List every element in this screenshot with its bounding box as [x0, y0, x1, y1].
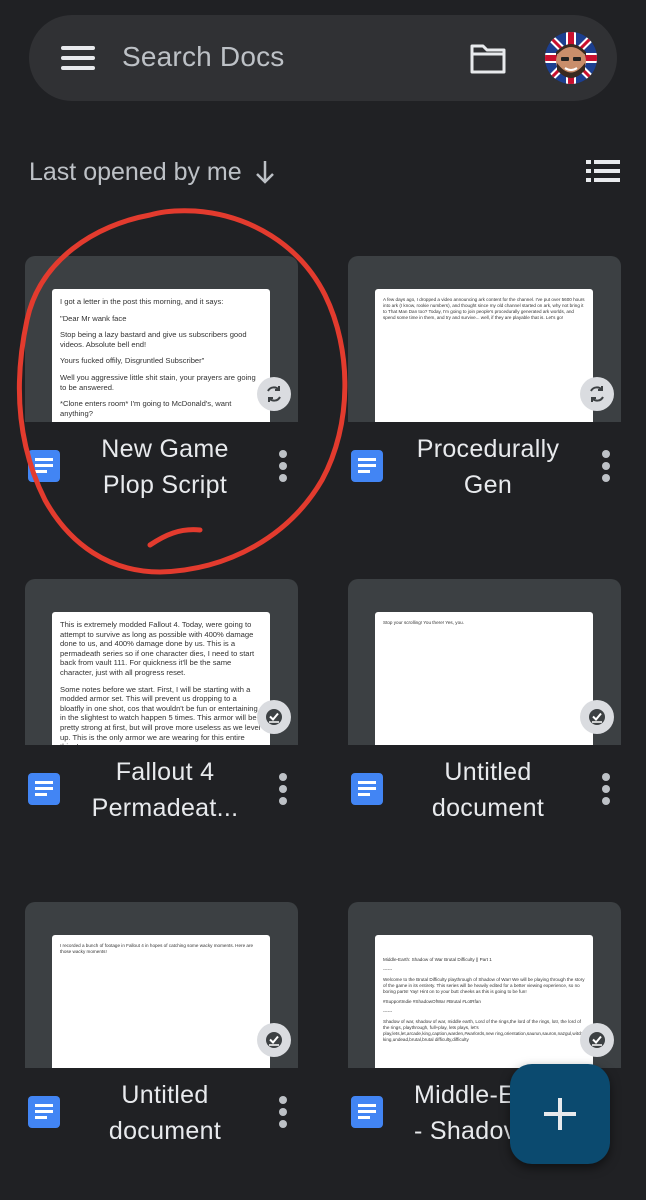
google-docs-icon: [351, 1096, 383, 1128]
google-docs-icon: [351, 773, 383, 805]
document-thumbnail[interactable]: I got a letter in the post this morning,…: [25, 256, 298, 422]
document-preview: Middle-Earth: Shadow of War Brutal Diffi…: [375, 935, 593, 1068]
offline-check-icon: [580, 1023, 614, 1057]
document-thumbnail[interactable]: I recorded a bunch of footage in Fallout…: [25, 902, 298, 1068]
sort-dropdown[interactable]: Last opened by me: [29, 152, 276, 192]
document-title: New Game Plop Script: [101, 435, 229, 499]
google-docs-icon: [28, 773, 60, 805]
document-preview: This is extremely modded Fallout 4. Toda…: [52, 612, 270, 745]
arrow-down-icon: [255, 161, 274, 184]
document-thumbnail[interactable]: Stop your scrolling! You there! Yes, you…: [348, 579, 621, 745]
offline-check-icon: [257, 1023, 291, 1057]
offline-check-icon: [257, 700, 291, 734]
more-options-icon[interactable]: [596, 448, 616, 484]
offline-check-icon: [580, 700, 614, 734]
more-options-icon[interactable]: [273, 448, 293, 484]
search-input[interactable]: Search Docs: [122, 41, 285, 73]
document-preview: A few days ago, I dropped a video announ…: [375, 289, 593, 422]
google-docs-icon: [351, 450, 383, 482]
google-docs-icon: [28, 1096, 60, 1128]
document-thumbnail[interactable]: Middle-Earth: Shadow of War Brutal Diffi…: [348, 902, 621, 1068]
folder-icon[interactable]: [469, 43, 507, 75]
document-card-info[interactable]: Untitled document: [348, 745, 621, 835]
more-options-icon[interactable]: [596, 771, 616, 807]
document-card-info[interactable]: Procedurally Gen: [348, 422, 621, 512]
document-card-info[interactable]: Untitled document: [25, 1068, 298, 1158]
document-title: Fallout 4 Permadeat...: [91, 758, 239, 822]
document-thumbnail[interactable]: A few days ago, I dropped a video announ…: [348, 256, 621, 422]
document-card-info[interactable]: New Game Plop Script: [25, 422, 298, 512]
document-preview: I got a letter in the post this morning,…: [52, 289, 270, 422]
document-card-info[interactable]: Fallout 4 Permadeat...: [25, 745, 298, 835]
menu-icon[interactable]: [61, 43, 95, 73]
sync-icon: [580, 377, 614, 411]
document-title: Untitled document: [108, 1081, 222, 1145]
sync-icon: [257, 377, 291, 411]
document-thumbnail[interactable]: This is extremely modded Fallout 4. Toda…: [25, 579, 298, 745]
document-preview: I recorded a bunch of footage in Fallout…: [52, 935, 270, 1068]
document-title: Procedurally Gen: [416, 435, 560, 499]
new-document-button[interactable]: [510, 1064, 610, 1164]
sort-label: Last opened by me: [29, 157, 242, 186]
document-preview: Stop your scrolling! You there! Yes, you…: [375, 612, 593, 745]
list-view-icon[interactable]: [586, 160, 620, 182]
more-options-icon[interactable]: [273, 771, 293, 807]
document-title: Untitled document: [431, 758, 545, 822]
search-bar[interactable]: Search Docs: [29, 15, 617, 101]
google-docs-icon: [28, 450, 60, 482]
account-avatar[interactable]: [545, 32, 597, 84]
plus-icon: [544, 1098, 576, 1130]
more-options-icon[interactable]: [273, 1094, 293, 1130]
